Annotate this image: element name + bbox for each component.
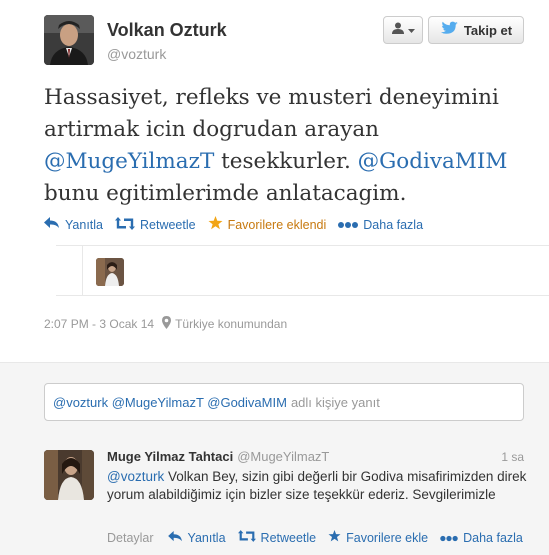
reply-action[interactable]: Yanıtla	[44, 217, 103, 232]
caret-down-icon	[407, 21, 415, 39]
more-label: Daha fazla	[463, 530, 523, 545]
reply-action[interactable]: Yanıtla	[167, 530, 226, 545]
reply-tweet-actions: Detaylar Yanıtla Retweetle Favorilere ek…	[107, 530, 535, 545]
tweet-text-part-1: Hassasiyet, refleks ve musteri deneyimin…	[44, 85, 499, 142]
favorite-label: Favorilere ekle	[346, 530, 429, 545]
favorite-action[interactable]: Favorilere ekle	[328, 530, 428, 545]
divider	[82, 245, 83, 295]
retweet-action[interactable]: Retweetle	[237, 530, 317, 545]
author-handle[interactable]: @vozturk	[107, 46, 166, 62]
reply-author-avatar[interactable]	[44, 450, 94, 500]
reply-author[interactable]: Muge Yilmaz Tahtaci @MugeYilmazT	[107, 449, 329, 464]
tweet-text-part-3: bunu egitimlerimde anlatacagim.	[44, 181, 407, 206]
star-icon	[208, 216, 223, 233]
divider	[56, 295, 549, 296]
divider	[56, 245, 549, 246]
author-name[interactable]: Volkan Ozturk	[107, 20, 227, 41]
tweet-actions: Yanıtla Retweetle Favorilere eklendi Dah…	[44, 216, 435, 233]
location-pin-icon	[162, 316, 172, 332]
more-label: Daha fazla	[363, 217, 424, 232]
more-action[interactable]: Daha fazla	[338, 218, 423, 232]
retweet-action[interactable]: Retweetle	[115, 216, 196, 233]
retweet-icon	[115, 216, 135, 233]
twitter-bird-icon	[440, 21, 458, 39]
reply-input[interactable]: @vozturk @MugeYilmazT @GodivaMIM adlı ki…	[44, 383, 524, 421]
more-action[interactable]: Daha fazla	[440, 531, 523, 545]
mention-link[interactable]: @vozturk	[107, 469, 164, 484]
more-icon	[338, 218, 359, 232]
favorite-label: Favorilere eklendi	[227, 217, 327, 232]
retweet-label: Retweetle	[260, 530, 317, 545]
follow-button[interactable]: Takip et	[428, 16, 524, 44]
reply-icon	[167, 530, 183, 545]
user-icon	[391, 21, 405, 39]
details-link[interactable]: Detaylar	[107, 531, 154, 545]
user-actions-button[interactable]	[383, 16, 423, 44]
retweet-label: Retweetle	[140, 217, 196, 232]
tweet-meta: 2:07 PM - 3 Ocak 14 Türkiye konumundan	[44, 316, 287, 332]
mention-link[interactable]: @GodivaMIM	[358, 149, 508, 174]
tweet-text: Hassasiyet, refleks ve musteri deneyimin…	[44, 82, 524, 210]
reply-time[interactable]: 1 sa	[501, 450, 524, 464]
reply-icon	[44, 217, 60, 232]
reply-text-body: Volkan Bey, sizin gibi değerli bir Godiv…	[107, 469, 527, 502]
reply-author-handle: @MugeYilmazT	[237, 449, 330, 464]
tweet-location[interactable]: Türkiye konumundan	[175, 317, 287, 331]
author-avatar[interactable]	[44, 15, 94, 65]
follow-button-label: Takip et	[463, 22, 513, 38]
retweet-icon	[237, 530, 256, 545]
star-icon	[328, 530, 341, 545]
reply-author-name: Muge Yilmaz Tahtaci	[107, 449, 234, 464]
user-thumbnail[interactable]	[96, 258, 124, 286]
more-icon	[440, 531, 458, 545]
favorite-action[interactable]: Favorilere eklendi	[208, 216, 327, 233]
reply-label: Yanıtla	[187, 530, 226, 545]
reply-label: Yanıtla	[65, 217, 103, 232]
reply-text: @vozturk Volkan Bey, sizin gibi değerli …	[107, 468, 527, 504]
reply-placeholder: adlı kişiye yanıt	[290, 394, 380, 410]
tweet-text-part-2: tesekkurler.	[214, 149, 358, 174]
tweet-timestamp[interactable]: 2:07 PM - 3 Ocak 14	[44, 317, 154, 331]
reply-mentions: @vozturk @MugeYilmazT @GodivaMIM	[53, 394, 287, 410]
mention-link[interactable]: @MugeYilmazT	[44, 149, 214, 174]
